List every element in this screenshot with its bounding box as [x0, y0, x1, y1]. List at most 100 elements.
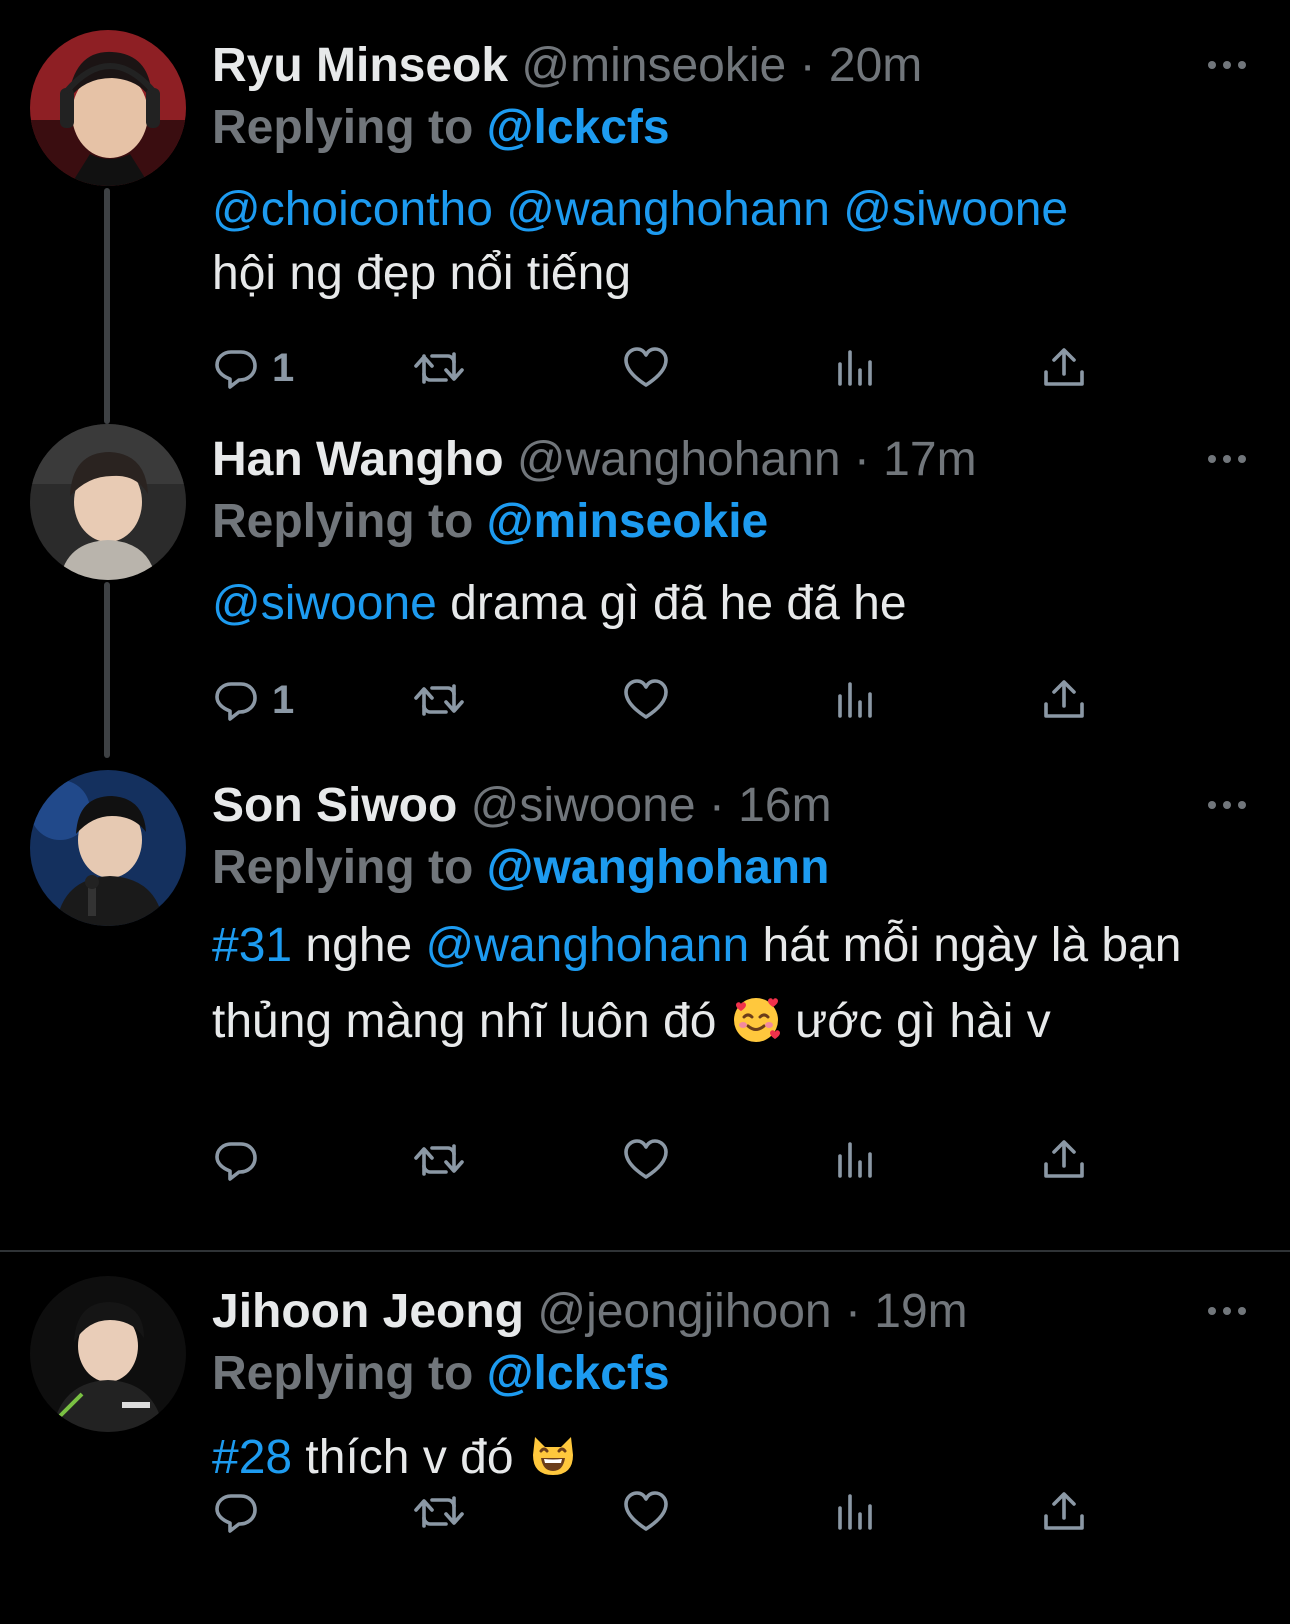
like-button[interactable] [622, 1484, 670, 1540]
share-button[interactable] [1040, 1132, 1088, 1188]
hashtag-link[interactable]: #31 [212, 919, 292, 972]
tweet-body: thích v đó [292, 1431, 527, 1484]
user-handle[interactable]: @siwoone [471, 779, 696, 832]
replying-to: Replying to @lckcfs [212, 98, 670, 158]
timestamp[interactable]: 20m [829, 39, 922, 92]
reply-icon [215, 1142, 257, 1181]
tweet-header: Son Siwoo @siwoone · 16m [212, 776, 832, 836]
like-button[interactable] [622, 672, 670, 728]
separator: · [695, 779, 739, 832]
display-name[interactable]: Han Wangho [212, 433, 504, 486]
mention-link[interactable]: @choicontho [212, 183, 493, 236]
reply-button[interactable]: 1 [212, 340, 294, 396]
reply-icon [215, 1494, 257, 1533]
tweet-header: Ryu Minseok @minseokie · 20m [212, 36, 922, 96]
replying-to-link[interactable]: @minseokie [487, 495, 769, 548]
more-icon[interactable] [1208, 59, 1248, 71]
views-button[interactable] [832, 672, 880, 728]
views-button[interactable] [832, 340, 880, 396]
mention-link[interactable]: @siwoone [843, 183, 1068, 236]
mention-link[interactable]: @wanghohann [426, 919, 750, 972]
views-button[interactable] [832, 1484, 880, 1540]
avatar[interactable] [30, 770, 186, 926]
display-name[interactable]: Son Siwoo [212, 779, 457, 832]
share-icon [1044, 1492, 1084, 1530]
avatar[interactable] [30, 1276, 186, 1432]
tweet[interactable]: Son Siwoo @siwoone · 16m Replying to @wa… [0, 740, 1290, 1250]
share-icon [1044, 680, 1084, 718]
smiling-face-with-hearts-icon [733, 998, 780, 1042]
retweet-icon [414, 684, 464, 716]
action-bar: 1 [212, 340, 1132, 396]
thread-line [104, 188, 110, 424]
tweet-body: hội ng đẹp nổi tiếng [212, 247, 632, 300]
tweet-body: ước gì hài v [781, 995, 1051, 1048]
views-button[interactable] [832, 1132, 880, 1188]
retweet-icon [414, 352, 464, 384]
retweet-icon [414, 1496, 464, 1528]
replying-to: Replying to @lckcfs [212, 1344, 670, 1404]
tweet[interactable]: Jihoon Jeong @jeongjihoon · 19m Replying… [0, 1230, 1290, 1624]
hashtag-link[interactable]: #28 [212, 1431, 292, 1484]
display-name[interactable]: Ryu Minseok [212, 39, 508, 92]
reply-thread: Ryu Minseok @minseokie · 20m Replying to… [0, 0, 1290, 1624]
action-bar [212, 1132, 1132, 1188]
retweet-button[interactable] [412, 1484, 466, 1540]
more-icon[interactable] [1208, 453, 1248, 465]
tweet[interactable]: Han Wangho @wanghohann · 17m Replying to… [0, 394, 1290, 758]
tweet-text: @siwoone drama gì đã he đã he [212, 572, 1252, 636]
avatar[interactable] [30, 30, 186, 186]
reply-button[interactable] [212, 1132, 272, 1188]
replying-to-link[interactable]: @lckcfs [487, 1347, 670, 1400]
replying-label: Replying to [212, 841, 487, 894]
retweet-icon [414, 1144, 464, 1176]
tweet-header: Jihoon Jeong @jeongjihoon · 19m [212, 1282, 968, 1342]
avatar[interactable] [30, 424, 186, 580]
action-bar [212, 1484, 1132, 1540]
separator: · [840, 433, 884, 486]
share-icon [1044, 1140, 1084, 1178]
retweet-button[interactable] [412, 1132, 466, 1188]
timestamp[interactable]: 16m [738, 779, 831, 832]
grinning-cat-icon [532, 1437, 573, 1475]
timestamp[interactable]: 19m [874, 1285, 967, 1338]
replying-to-link[interactable]: @wanghohann [487, 841, 830, 894]
tweet-body: nghe [292, 919, 426, 972]
timestamp[interactable]: 17m [883, 433, 976, 486]
analytics-icon [838, 1142, 872, 1178]
mention-link[interactable]: @siwoone [212, 577, 437, 630]
retweet-button[interactable] [412, 672, 466, 728]
tweet-text: @choicontho @wanghohann @siwoone hội ng … [212, 178, 1252, 306]
display-name[interactable]: Jihoon Jeong [212, 1285, 524, 1338]
heart-icon [624, 679, 668, 719]
replying-label: Replying to [212, 1347, 487, 1400]
reply-button[interactable] [212, 1484, 272, 1540]
user-handle[interactable]: @jeongjihoon [537, 1285, 831, 1338]
user-handle[interactable]: @minseokie [521, 39, 786, 92]
share-button[interactable] [1040, 1484, 1088, 1540]
reply-count: 1 [272, 345, 295, 390]
like-button[interactable] [622, 1132, 670, 1188]
heart-icon [624, 347, 668, 387]
tweet[interactable]: Ryu Minseok @minseokie · 20m Replying to… [0, 0, 1290, 424]
analytics-icon [838, 350, 872, 386]
thread-line [104, 582, 110, 758]
share-icon [1044, 348, 1084, 386]
separator: · [786, 39, 829, 92]
retweet-button[interactable] [412, 340, 466, 396]
more-icon[interactable] [1208, 799, 1248, 811]
reply-button[interactable]: 1 [212, 672, 294, 728]
reply-count: 1 [272, 677, 295, 722]
reply-icon [215, 350, 257, 389]
tweet-body: drama gì đã he đã he [436, 577, 907, 630]
tweet-text: #31 nghe @wanghohann hát mỗi ngày là bạn… [212, 908, 1252, 1060]
more-icon[interactable] [1208, 1305, 1248, 1317]
like-button[interactable] [622, 340, 670, 396]
heart-icon [624, 1139, 668, 1179]
analytics-icon [838, 682, 872, 718]
user-handle[interactable]: @wanghohann [517, 433, 841, 486]
replying-to-link[interactable]: @lckcfs [487, 101, 670, 154]
share-button[interactable] [1040, 340, 1088, 396]
share-button[interactable] [1040, 672, 1088, 728]
mention-link[interactable]: @wanghohann [506, 183, 830, 236]
